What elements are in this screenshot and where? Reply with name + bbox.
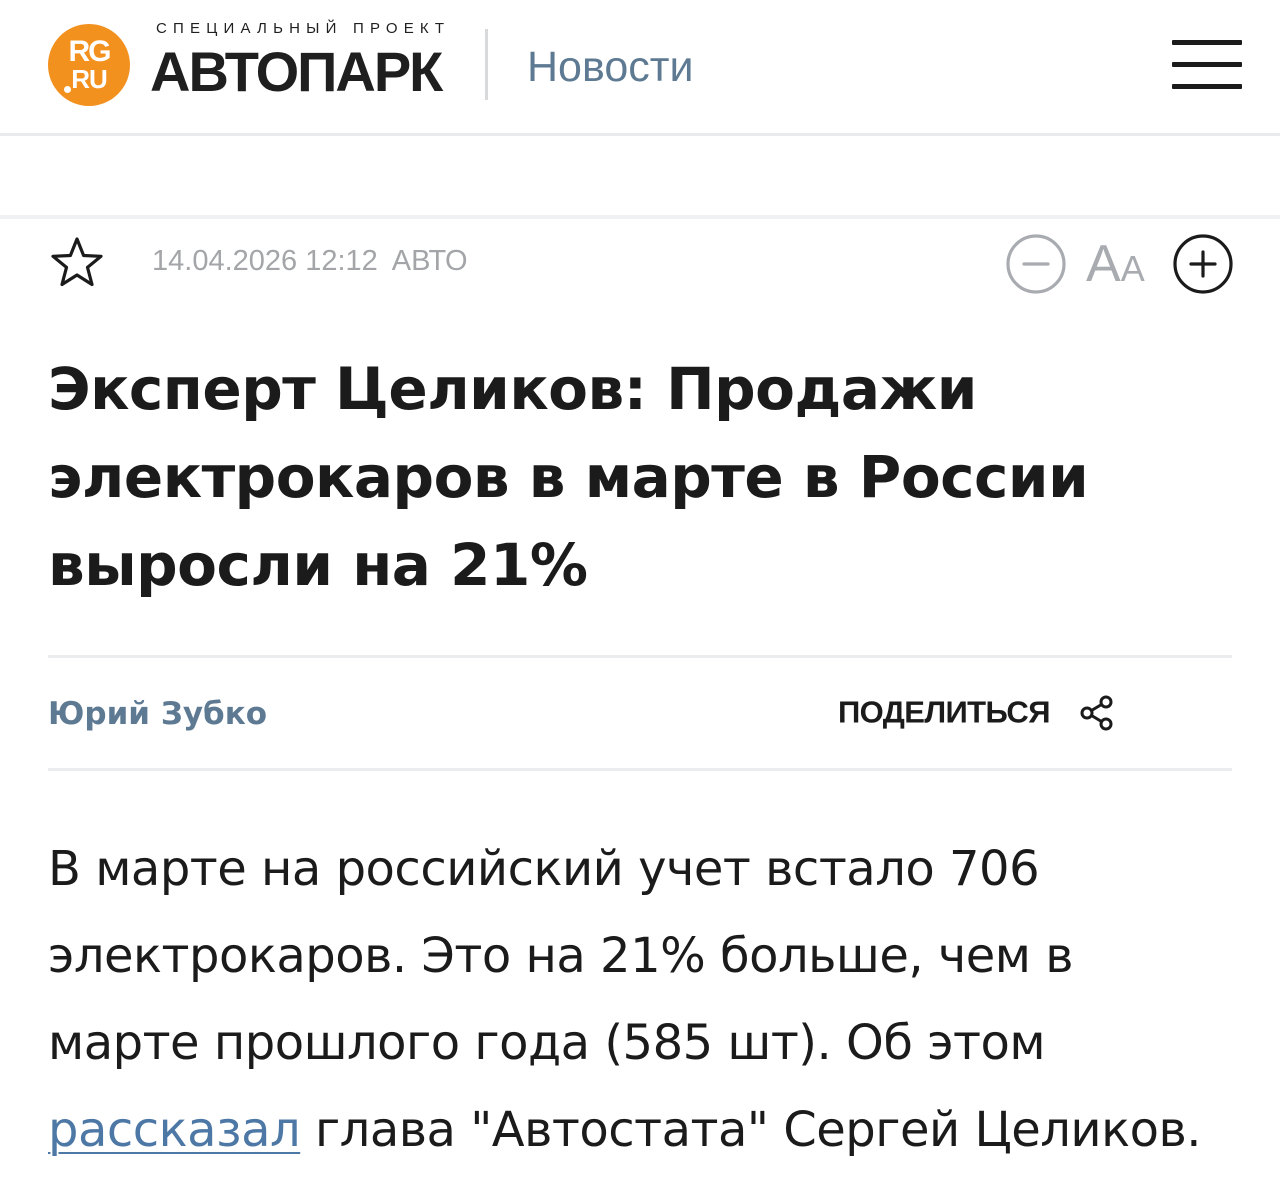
site-header: RG RU СПЕЦИАЛЬНЫЙ ПРОЕКТ АВТОПАРК Новост…	[0, 0, 1280, 136]
star-outline-icon[interactable]	[48, 235, 106, 291]
share-label: ПОДЕЛИТЬСЯ	[838, 694, 1051, 730]
divider-top	[48, 655, 1232, 658]
menu-bar	[1172, 62, 1242, 67]
header-divider	[485, 29, 488, 100]
font-size-label-big: А	[1086, 235, 1121, 293]
section-news-link[interactable]: Новости	[527, 41, 693, 93]
logo-text-ru: RU	[71, 64, 108, 94]
share-button[interactable]: ПОДЕЛИТЬСЯ	[838, 692, 1117, 733]
lead-text-part1: В марте на российский учет встало 706 эл…	[48, 841, 1074, 1071]
logo-text-rg: RG	[68, 35, 112, 68]
section-separator	[0, 215, 1280, 219]
article-lead: В марте на российский учет встало 706 эл…	[48, 826, 1238, 1174]
project-name-link[interactable]: АВТОПАРК	[150, 42, 443, 102]
font-size-label: АА	[1086, 236, 1145, 305]
article-title: Эксперт Целиков: Продажи электрокаров в …	[48, 355, 1089, 599]
article-meta: 14.04.2026 12:12 АВТО	[152, 244, 468, 278]
hamburger-menu-icon[interactable]	[1172, 40, 1242, 90]
rg-logo[interactable]: RG RU	[48, 24, 130, 106]
lead-text-part2: глава "Автостата" Сергей Целиков.	[300, 1102, 1202, 1158]
menu-bar	[1172, 40, 1242, 45]
share-icon	[1080, 695, 1113, 730]
menu-bar	[1172, 84, 1242, 89]
plus-circle-icon[interactable]	[1172, 233, 1234, 295]
font-size-label-small: А	[1120, 248, 1145, 289]
project-caption: СПЕЦИАЛЬНЫЙ ПРОЕКТ	[156, 20, 451, 37]
author-link[interactable]: Юрий Зубко	[48, 694, 267, 734]
divider-bottom	[48, 768, 1232, 771]
publish-datetime: 14.04.2026 12:12	[152, 245, 378, 277]
minus-circle-icon[interactable]	[1005, 233, 1067, 295]
rubric-link[interactable]: АВТО	[392, 245, 468, 277]
source-link[interactable]: рассказал	[48, 1102, 301, 1158]
